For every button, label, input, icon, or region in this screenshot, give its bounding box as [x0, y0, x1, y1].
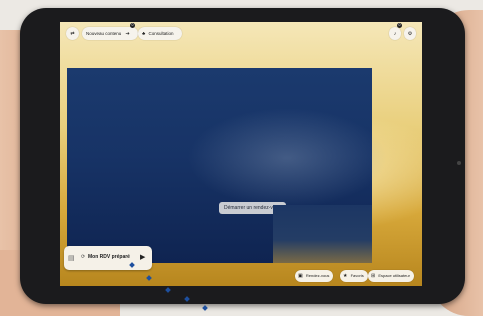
espace-utilisateur-button[interactable]: ⊞ Espace utilisateur: [368, 270, 414, 282]
refresh-button[interactable]: ⇄: [66, 27, 79, 40]
nouveau-badge: 0: [130, 23, 135, 28]
document-icon: ▤: [68, 255, 75, 262]
refresh-icon: ⇄: [70, 31, 75, 37]
notifications-badge: 0: [397, 23, 402, 28]
top-bar: ⇄ Nouveau contenu ➔ 0 ♣ Consultation ♪ 0…: [66, 23, 416, 41]
bell-icon: ♪: [393, 31, 397, 37]
preview-panel: [273, 205, 372, 263]
nouveau-contenu-button[interactable]: Nouveau contenu ➔ 0: [82, 23, 138, 40]
arrow-right-icon: ➔: [125, 31, 130, 37]
gear-icon: ⚙: [407, 31, 413, 37]
video-highlight: [187, 108, 387, 208]
star-icon: ★: [343, 273, 348, 279]
consultation-button[interactable]: ♣ Consultation: [138, 27, 182, 40]
tablet-screen: ⇄ Nouveau contenu ➔ 0 ♣ Consultation ♪ 0…: [60, 22, 422, 286]
settings-button[interactable]: ⚙: [404, 27, 416, 40]
prepared-appointment-label: Mon RDV préparé: [88, 254, 130, 260]
consultation-label: Consultation: [148, 31, 174, 36]
user-icon: ⊞: [371, 273, 376, 279]
favoris-label: Favoris: [350, 273, 364, 278]
favoris-button[interactable]: ★ Favoris: [340, 270, 368, 282]
user-group-icon: ♣: [142, 31, 146, 37]
calendar-icon: ▣: [298, 273, 303, 279]
rendez-vous-button[interactable]: ▣ Rendez-vous: [295, 270, 334, 282]
notifications-button[interactable]: ♪ 0: [389, 23, 402, 40]
decorative-dot: [202, 305, 208, 311]
nouveau-contenu-label: Nouveau contenu: [86, 31, 122, 36]
rendez-vous-label: Rendez-vous: [305, 273, 330, 278]
prepared-appointment-card[interactable]: ▤ ⟳ Mon RDV préparé ▶: [64, 246, 152, 270]
espace-utilisateur-label: Espace utilisateur: [378, 273, 410, 278]
camera-icon: [457, 161, 461, 165]
sync-icon: ⟳: [81, 254, 86, 260]
play-icon[interactable]: ▶: [140, 253, 145, 261]
